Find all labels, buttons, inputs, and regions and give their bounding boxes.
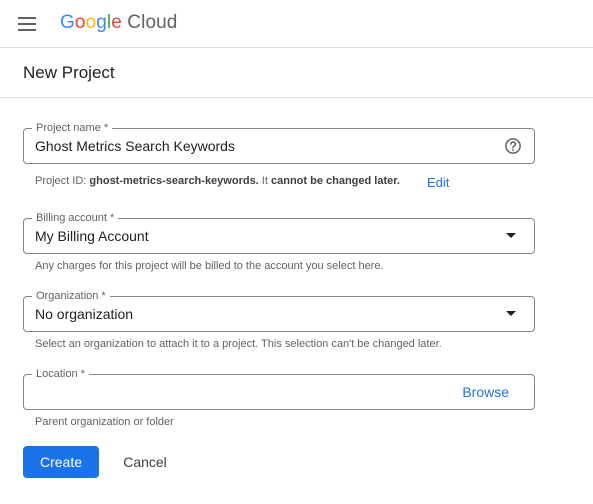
logo-letter: g: [96, 12, 107, 33]
organization-label: Organization *: [32, 289, 110, 303]
help-circle-icon[interactable]: [504, 137, 522, 155]
billing-account-label: Billing account *: [32, 211, 119, 225]
page-header: New Project: [0, 49, 593, 98]
project-name-input[interactable]: Ghost Metrics Search Keywords: [35, 138, 235, 154]
logo-letter: o: [74, 12, 86, 33]
browse-button[interactable]: Browse: [462, 384, 509, 400]
organization-select[interactable]: Organization * No organization: [23, 289, 535, 332]
project-name-field[interactable]: Project name * Ghost Metrics Search Keyw…: [23, 121, 535, 164]
cancel-button[interactable]: Cancel: [110, 446, 180, 478]
project-name-label: Project name *: [32, 121, 113, 135]
organization-value: No organization: [35, 306, 134, 322]
logo-letter: o: [85, 12, 97, 33]
edit-project-id-link[interactable]: Edit: [427, 175, 449, 190]
project-id-helper: Project ID: ghost-metrics-search-keyword…: [35, 175, 400, 187]
create-button[interactable]: Create: [23, 446, 99, 478]
project-id-prefix: Project ID:: [35, 175, 90, 187]
logo-letter: e: [111, 12, 122, 33]
location-label: Location *: [32, 367, 89, 381]
dropdown-arrow-icon[interactable]: [506, 233, 516, 238]
page-title: New Project: [23, 63, 115, 82]
project-id-suffix: cannot be changed later.: [270, 175, 400, 187]
top-app-bar: Google Cloud: [0, 0, 593, 48]
location-field[interactable]: Location * Browse: [23, 367, 535, 410]
billing-account-helper: Any charges for this project will be bil…: [35, 260, 384, 272]
project-id-middle: It: [258, 175, 271, 187]
logo-letter: G: [60, 12, 75, 33]
hamburger-menu-icon[interactable]: [14, 12, 40, 36]
organization-helper: Select an organization to attach it to a…: [35, 338, 442, 350]
billing-account-value: My Billing Account: [35, 228, 149, 244]
billing-account-select[interactable]: Billing account * My Billing Account: [23, 211, 535, 254]
dropdown-arrow-icon[interactable]: [506, 311, 516, 316]
google-cloud-logo[interactable]: Google Cloud: [60, 12, 177, 34]
project-id-value: ghost-metrics-search-keywords.: [89, 175, 259, 187]
location-helper: Parent organization or folder: [35, 416, 174, 428]
logo-cloud-text: Cloud: [127, 12, 178, 33]
